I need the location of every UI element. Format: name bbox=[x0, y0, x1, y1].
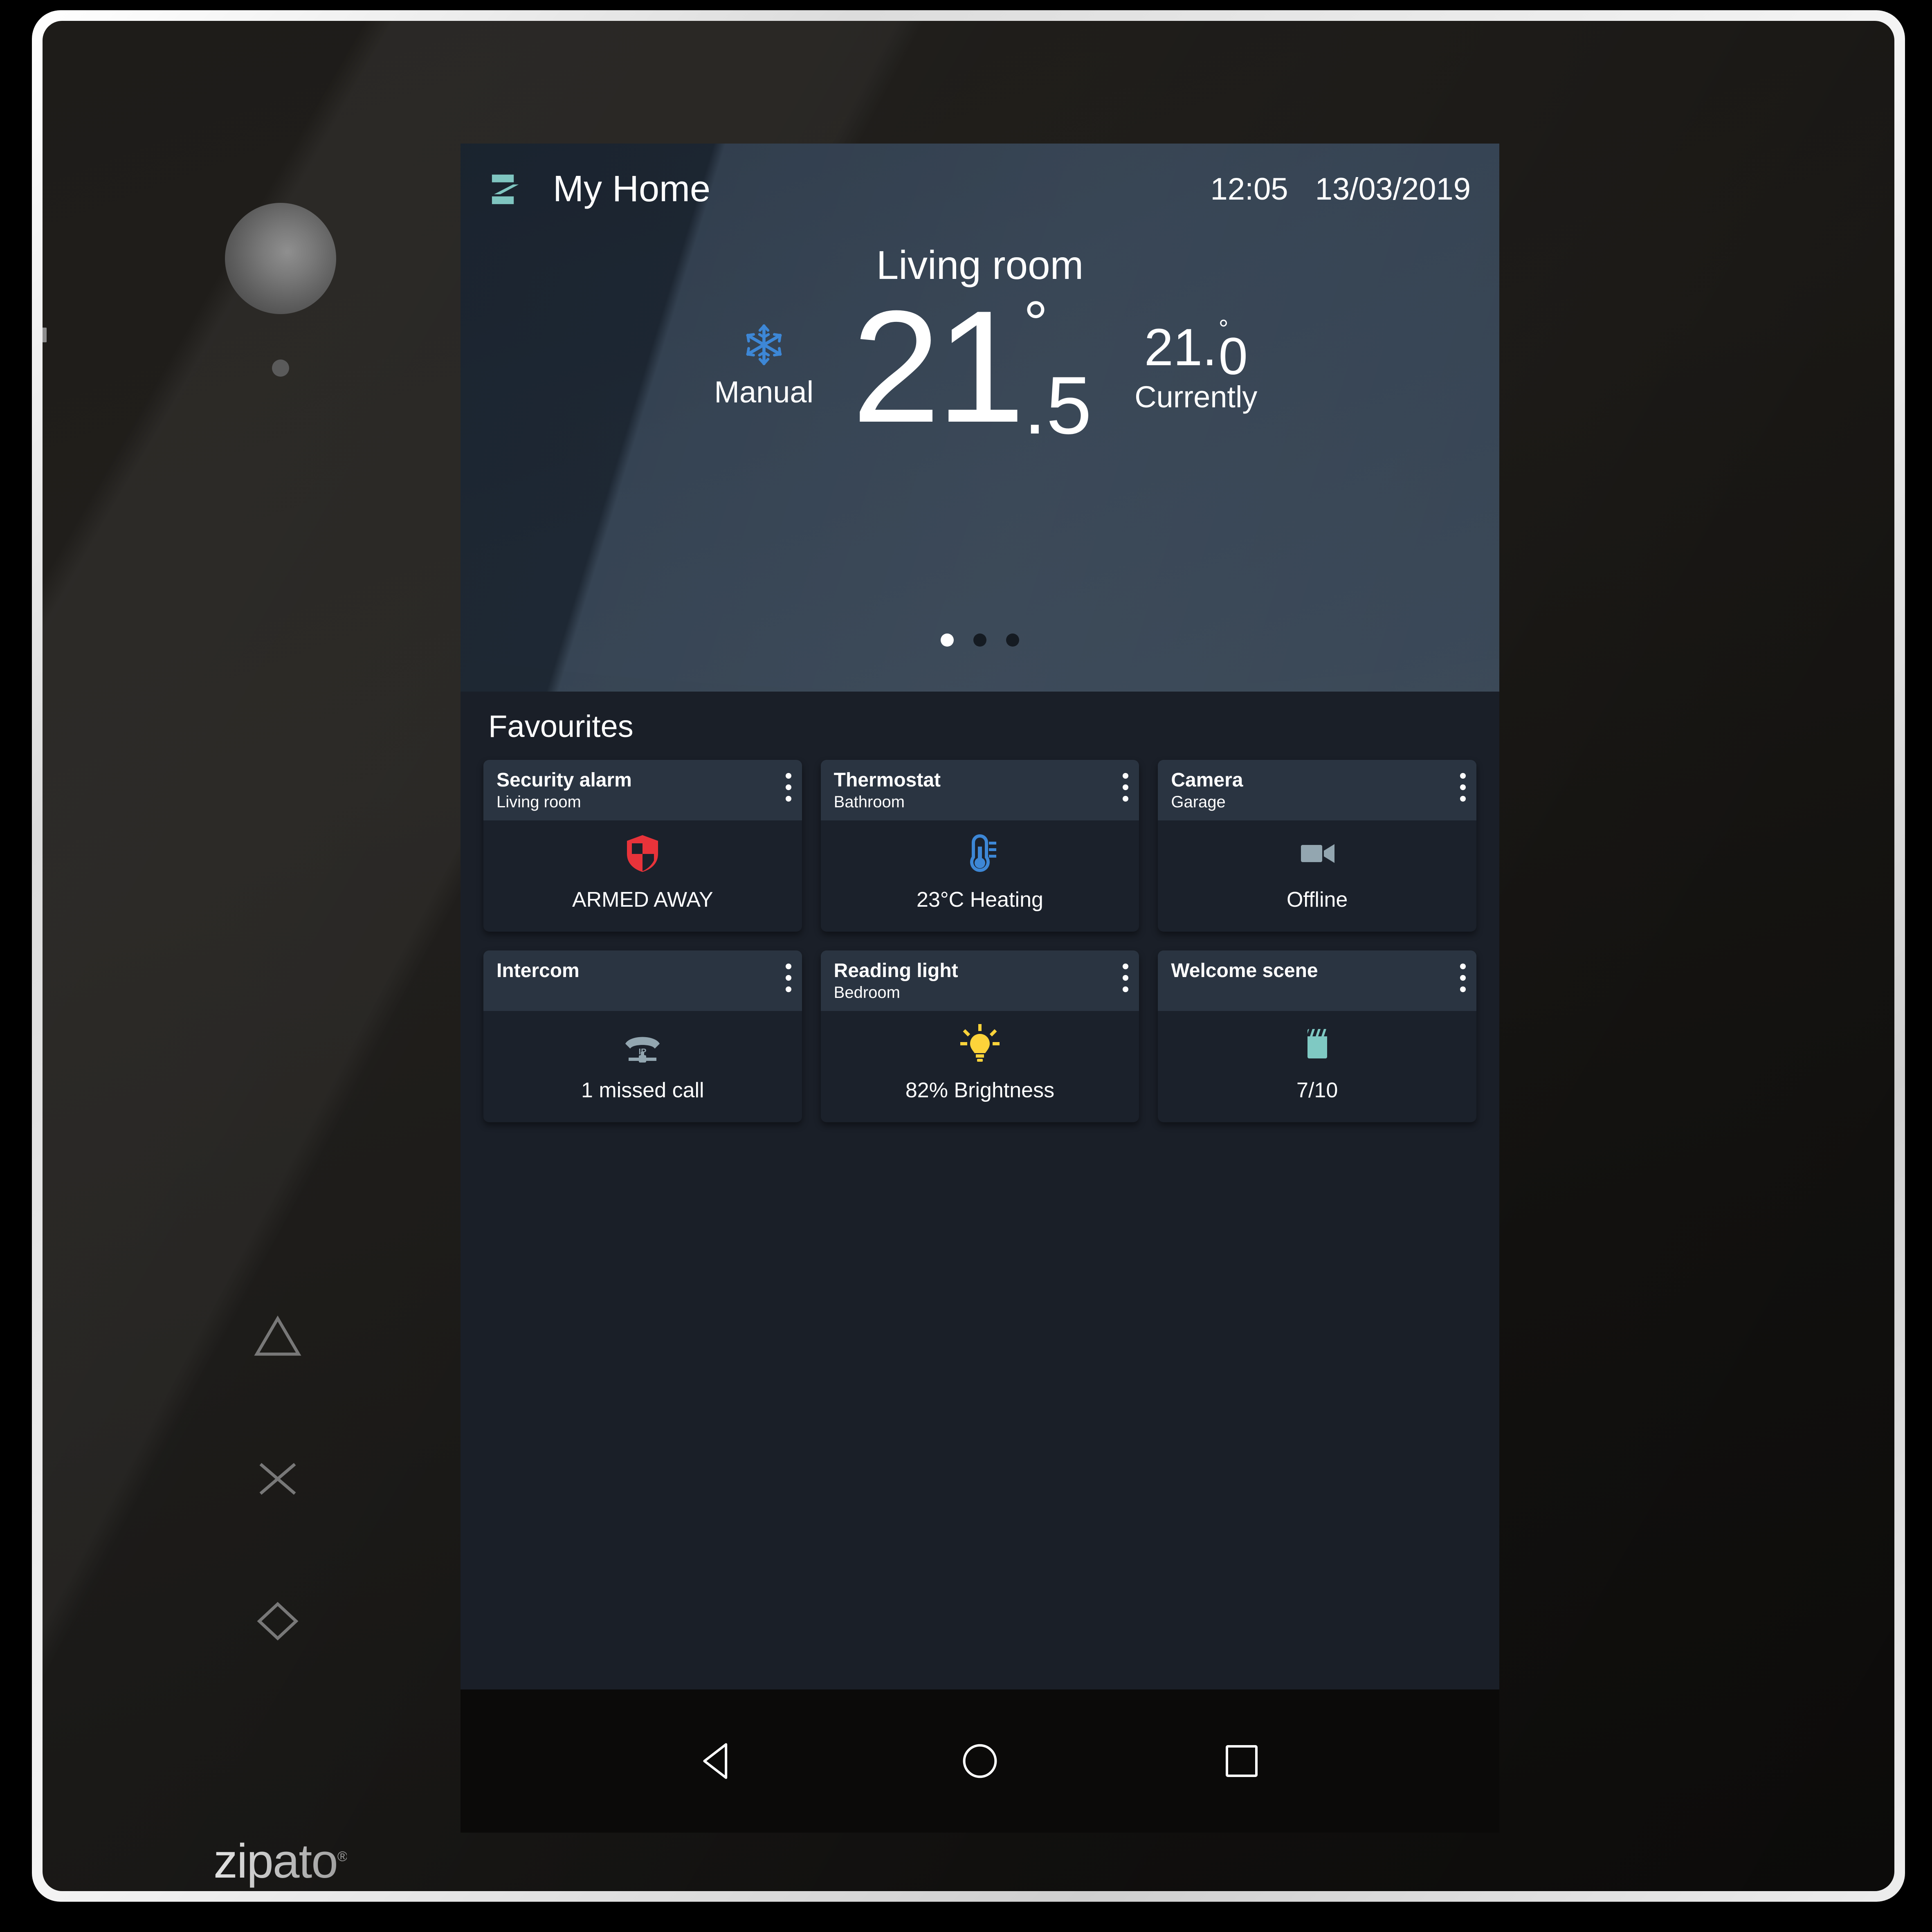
kebab-menu-icon[interactable] bbox=[1460, 959, 1466, 992]
clock-time: 12:05 bbox=[1210, 172, 1288, 207]
page-indicator-dots[interactable] bbox=[461, 634, 1499, 647]
card-reading-light[interactable]: Reading light Bedroom 82% Brightness bbox=[820, 950, 1139, 1122]
card-subtitle: Living room bbox=[496, 793, 581, 811]
card-header: Thermostat Bathroom bbox=[820, 760, 1139, 820]
status-bar: My Home 12:05 13/03/2019 bbox=[461, 144, 1499, 210]
card-body: IP 1 missed call bbox=[483, 1011, 802, 1122]
page-dot-3[interactable] bbox=[1006, 634, 1019, 647]
card-welcome-scene[interactable]: Welcome scene 7/10 bbox=[1158, 950, 1476, 1122]
device-frame: zipato® My Home 12:05 13/03/2019 Living … bbox=[32, 10, 1905, 1902]
card-header: Intercom bbox=[483, 950, 802, 1011]
current-temperature: 21. ° 0 Currently bbox=[1108, 317, 1284, 445]
diamond-icon[interactable] bbox=[247, 1591, 308, 1652]
card-thermostat[interactable]: Thermostat Bathroom 23°C Heating bbox=[820, 760, 1139, 932]
card-status: 82% Brightness bbox=[905, 1078, 1055, 1102]
card-body: 82% Brightness bbox=[821, 1011, 1139, 1122]
card-status: 23°C Heating bbox=[917, 888, 1043, 912]
brand-name: zipato bbox=[213, 1834, 337, 1888]
card-header: Security alarm Living room bbox=[483, 760, 802, 820]
snowflake-icon bbox=[746, 324, 782, 366]
setpoint-degree-symbol: ° bbox=[1023, 288, 1048, 357]
page-dot-2[interactable] bbox=[973, 634, 986, 647]
setpoint-fraction: .5 bbox=[1023, 360, 1092, 451]
current-integer: 21. bbox=[1144, 318, 1217, 377]
android-navigation-bar bbox=[461, 1689, 1499, 1833]
motion-sensor-dome bbox=[225, 203, 336, 314]
lightbulb-icon bbox=[960, 1024, 1000, 1062]
favourites-grid: Security alarm Living room ARMED AWAY Th… bbox=[461, 744, 1499, 1122]
card-body: ARMED AWAY bbox=[483, 820, 802, 932]
status-led bbox=[272, 359, 289, 377]
favourites-title: Favourites bbox=[488, 709, 634, 744]
brand-trademark: ® bbox=[337, 1849, 347, 1865]
kebab-menu-icon[interactable] bbox=[785, 769, 791, 802]
video-camera-icon bbox=[1301, 844, 1334, 863]
touchscreen: My Home 12:05 13/03/2019 Living room Man… bbox=[461, 144, 1499, 1833]
setpoint-integer: 21 bbox=[851, 277, 1025, 456]
card-title: Intercom bbox=[496, 960, 580, 982]
triangle-icon[interactable] bbox=[247, 1305, 308, 1366]
home-circle-icon[interactable] bbox=[955, 1737, 1004, 1786]
card-security-alarm[interactable]: Security alarm Living room ARMED AWAY bbox=[483, 760, 802, 932]
card-subtitle: Garage bbox=[1171, 793, 1226, 811]
setpoint-temperature[interactable]: 21 ° .5 bbox=[851, 277, 1092, 456]
card-status: Offline bbox=[1286, 888, 1348, 912]
card-status: 1 missed call bbox=[581, 1078, 704, 1102]
card-header: Reading light Bedroom bbox=[820, 950, 1139, 1011]
cross-icon[interactable] bbox=[247, 1448, 308, 1510]
card-subtitle: Bathroom bbox=[833, 793, 905, 811]
card-title: Welcome scene bbox=[1171, 960, 1318, 982]
card-header: Welcome scene bbox=[1158, 950, 1476, 1011]
card-title: Reading light bbox=[833, 960, 958, 982]
kebab-menu-icon[interactable] bbox=[1123, 769, 1129, 802]
clock-date: 13/03/2019 bbox=[1315, 172, 1471, 207]
card-intercom[interactable]: Intercom IP bbox=[483, 950, 802, 1122]
page-dot-1[interactable] bbox=[941, 634, 954, 647]
zipato-z-logo-icon[interactable] bbox=[489, 172, 524, 207]
brand-logo: zipato® bbox=[213, 1833, 347, 1889]
card-subtitle: Bedroom bbox=[833, 984, 900, 1002]
kebab-menu-icon[interactable] bbox=[1460, 769, 1466, 802]
card-body: 23°C Heating bbox=[821, 820, 1139, 932]
mode-block[interactable]: Manual bbox=[676, 322, 852, 445]
card-body: 7/10 bbox=[1158, 1011, 1476, 1122]
recents-square-icon[interactable] bbox=[1217, 1737, 1266, 1786]
left-side-seam bbox=[43, 328, 47, 342]
current-label: Currently bbox=[1134, 380, 1258, 414]
card-title: Security alarm bbox=[496, 769, 632, 791]
current-fraction: 0 bbox=[1218, 327, 1248, 386]
kebab-menu-icon[interactable] bbox=[785, 959, 791, 992]
ip-phone-icon: IP bbox=[625, 1037, 660, 1063]
card-title: Camera bbox=[1171, 769, 1243, 791]
card-status: 7/10 bbox=[1296, 1078, 1338, 1102]
card-header: Camera Garage bbox=[1158, 760, 1476, 820]
shield-icon bbox=[627, 835, 658, 872]
mode-label: Manual bbox=[714, 375, 814, 409]
card-title: Thermostat bbox=[833, 769, 941, 791]
favourites-section: Favourites Security alarm Living room AR… bbox=[461, 692, 1499, 1122]
card-camera[interactable]: Camera Garage Offline bbox=[1158, 760, 1476, 932]
thermometer-icon bbox=[970, 834, 996, 872]
home-title: My Home bbox=[553, 168, 711, 209]
clapperboard-icon bbox=[1306, 1029, 1329, 1058]
clock-date-group: 12:05 13/03/2019 bbox=[1210, 171, 1471, 207]
kebab-menu-icon[interactable] bbox=[1123, 959, 1129, 992]
card-body: Offline bbox=[1158, 820, 1476, 932]
temperature-row: Manual 21 ° .5 21. ° 0 Currently bbox=[461, 277, 1499, 456]
hero-thermostat-panel: My Home 12:05 13/03/2019 Living room Man… bbox=[461, 144, 1499, 692]
back-triangle-icon[interactable] bbox=[694, 1737, 743, 1786]
card-status: ARMED AWAY bbox=[572, 888, 713, 912]
device-body: zipato® My Home 12:05 13/03/2019 Living … bbox=[43, 21, 1894, 1891]
